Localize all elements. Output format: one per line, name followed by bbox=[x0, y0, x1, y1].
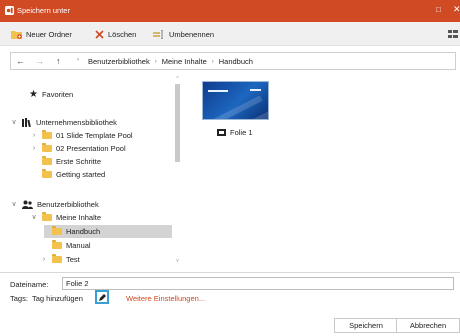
file-name: Folie 1 bbox=[230, 128, 253, 137]
breadcrumb-item[interactable]: Meine Inhalte bbox=[162, 57, 207, 66]
cancel-button[interactable]: Abbrechen bbox=[396, 318, 460, 333]
folder-icon bbox=[42, 211, 52, 221]
tree-scrollbar[interactable]: ^ v bbox=[174, 76, 181, 266]
rename-label: Umbenennen bbox=[169, 29, 215, 39]
chevron-right-icon[interactable]: › bbox=[40, 256, 48, 263]
grid-view-icon[interactable] bbox=[448, 30, 458, 39]
tree-item-folder[interactable]: Manual bbox=[52, 239, 91, 251]
slide-thumbnail[interactable] bbox=[202, 81, 269, 120]
tree-item-label: Test bbox=[66, 254, 80, 264]
users-icon bbox=[22, 200, 33, 209]
thumbnail-logo bbox=[250, 89, 261, 91]
filename-label: Dateiname: bbox=[10, 280, 49, 289]
tree-item-user-library[interactable]: ∨ Benutzerbibliothek bbox=[10, 198, 99, 210]
tree-item-folder[interactable]: › 01 Slide Template Pool bbox=[30, 129, 133, 141]
breadcrumb-chevron-icon: › bbox=[154, 58, 157, 65]
star-icon: ★ bbox=[29, 88, 38, 100]
thumbnail-stripe bbox=[203, 95, 263, 119]
up-arrow-icon[interactable]: ↑ bbox=[56, 56, 61, 66]
folder-icon bbox=[52, 253, 62, 263]
tree-item-folder[interactable]: Erste Schritte bbox=[42, 155, 101, 167]
scroll-down-icon[interactable]: v bbox=[174, 258, 181, 264]
tree-item-label: Favoriten bbox=[41, 89, 74, 99]
delete-label: Löschen bbox=[108, 29, 137, 39]
folder-icon bbox=[52, 226, 62, 235]
tree-item-handbuch[interactable]: Handbuch bbox=[44, 225, 172, 238]
tags-label: Tags: bbox=[10, 294, 28, 303]
more-settings-link[interactable]: Weitere Einstellungen... bbox=[126, 294, 205, 303]
folder-icon bbox=[42, 155, 52, 165]
scrollbar-thumb[interactable] bbox=[175, 84, 180, 162]
folder-icon bbox=[42, 142, 52, 152]
chevron-down-icon[interactable]: ∨ bbox=[30, 213, 38, 221]
add-tag-link[interactable]: Tag hinzufügen bbox=[32, 294, 83, 303]
delete-button[interactable]: Löschen bbox=[95, 28, 136, 40]
breadcrumb-item[interactable]: Benutzerbibliothek bbox=[88, 57, 150, 66]
file-item[interactable]: Folie 1 bbox=[217, 128, 253, 137]
navigation-bar: ← → ↑ › Benutzerbibliothek › Meine Inhal… bbox=[10, 52, 456, 70]
save-button[interactable]: Speichern bbox=[334, 318, 398, 333]
save-form: Dateiname: Tags: Tag hinzufügen Weitere … bbox=[0, 272, 460, 336]
maximize-icon[interactable]: □ bbox=[436, 5, 446, 15]
tree-item-label: Manual bbox=[66, 240, 91, 250]
delete-x-icon bbox=[95, 29, 104, 39]
scroll-up-icon[interactable]: ^ bbox=[174, 76, 181, 82]
folder-icon bbox=[42, 168, 52, 178]
tree-item-label: Erste Schritte bbox=[56, 156, 102, 166]
folder-icon bbox=[52, 239, 62, 249]
tree-item-folder[interactable]: Getting started bbox=[42, 168, 105, 180]
tree-item-label: Getting started bbox=[56, 169, 106, 179]
window-title: Speichern unter bbox=[17, 6, 70, 15]
chevron-right-icon[interactable]: › bbox=[30, 145, 38, 152]
folder-plus-icon bbox=[11, 30, 22, 39]
library-books-icon bbox=[22, 117, 31, 127]
pencil-icon bbox=[98, 293, 106, 301]
toolbar: Neuer Ordner Löschen Umbenennen bbox=[0, 22, 460, 46]
thumbnail-title-line bbox=[208, 90, 228, 92]
new-folder-button[interactable]: Neuer Ordner bbox=[11, 28, 72, 40]
title-bar: Speichern unter □ ✕ bbox=[0, 0, 460, 22]
tree-item-label: Handbuch bbox=[66, 227, 101, 236]
rename-icon bbox=[153, 29, 163, 39]
tree-item-label: 02 Presentation Pool bbox=[56, 143, 126, 153]
breadcrumb-root-chevron-icon[interactable]: › bbox=[77, 57, 79, 63]
forward-arrow-icon[interactable]: → bbox=[35, 56, 44, 66]
folder-icon bbox=[42, 129, 52, 139]
rename-button[interactable]: Umbenennen bbox=[153, 28, 214, 40]
breadcrumb: Benutzerbibliothek › Meine Inhalte › Han… bbox=[88, 57, 253, 66]
breadcrumb-chevron-icon: › bbox=[211, 58, 214, 65]
tree-item-my-content[interactable]: ∨ Meine Inhalte bbox=[30, 211, 101, 223]
tree-item-favorites[interactable]: ★ Favoriten bbox=[29, 88, 73, 100]
chevron-down-icon[interactable]: ∨ bbox=[10, 200, 18, 208]
close-icon[interactable]: ✕ bbox=[453, 4, 460, 16]
edit-tag-button[interactable] bbox=[95, 290, 109, 304]
filename-input[interactable] bbox=[62, 277, 454, 290]
new-folder-label: Neuer Ordner bbox=[26, 29, 72, 39]
back-arrow-icon[interactable]: ← bbox=[16, 56, 25, 66]
tree-item-label: Meine Inhalte bbox=[56, 212, 102, 222]
chevron-right-icon[interactable]: › bbox=[30, 132, 38, 139]
tree-item-label: 01 Slide Template Pool bbox=[56, 130, 133, 140]
tree-item-label: Benutzerbibliothek bbox=[37, 199, 99, 209]
tree-item-folder[interactable]: › 02 Presentation Pool bbox=[30, 142, 126, 154]
breadcrumb-item[interactable]: Handbuch bbox=[219, 57, 253, 66]
file-list: Folie 1 bbox=[188, 76, 456, 264]
tree-item-company-library[interactable]: ∨ Unternehmensbibliothek bbox=[10, 116, 117, 128]
tree-item-folder[interactable]: › Test bbox=[40, 253, 80, 264]
tree-item-label: Unternehmensbibliothek bbox=[36, 117, 117, 127]
chevron-down-icon[interactable]: ∨ bbox=[10, 118, 18, 126]
app-logo-icon bbox=[5, 6, 14, 15]
folder-tree: ★ Favoriten ∨ Unternehmensbibliothek › 0… bbox=[10, 76, 182, 264]
slide-file-icon bbox=[217, 129, 226, 136]
